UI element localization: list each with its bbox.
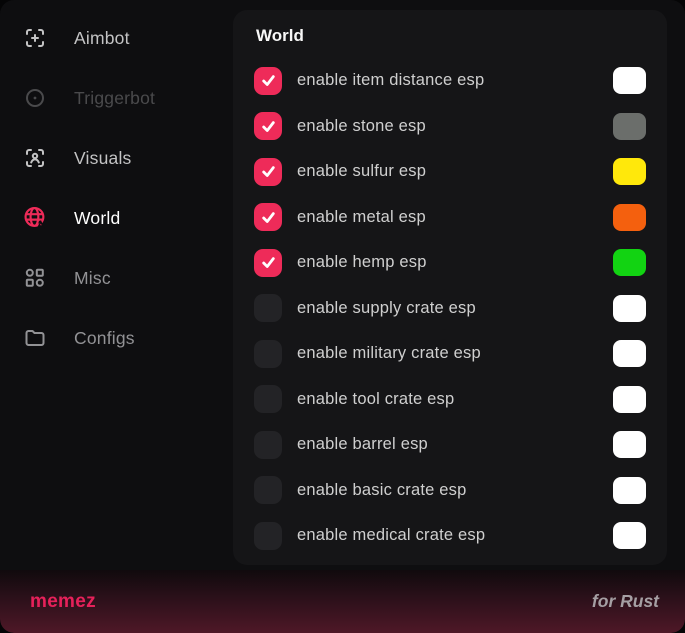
sidebar-item-label: Configs bbox=[74, 328, 135, 349]
world-settings-panel: World enable item distance esp enable st… bbox=[233, 10, 667, 565]
triggerbot-icon bbox=[22, 85, 48, 111]
color-swatch[interactable] bbox=[613, 522, 646, 549]
sidebar-item-misc[interactable]: Misc bbox=[0, 248, 233, 308]
check-icon bbox=[261, 164, 276, 179]
checkbox[interactable] bbox=[254, 522, 282, 550]
color-swatch[interactable] bbox=[613, 67, 646, 94]
setting-label: enable item distance esp bbox=[297, 71, 484, 90]
checkbox[interactable] bbox=[254, 67, 282, 95]
setting-row: enable sulfur esp bbox=[254, 149, 646, 195]
setting-row bbox=[254, 559, 646, 566]
brand-tagline: for Rust bbox=[592, 591, 659, 612]
checkbox[interactable] bbox=[254, 340, 282, 368]
aimbot-icon bbox=[22, 25, 48, 51]
sidebar: Aimbot Triggerbot Visuals bbox=[0, 0, 233, 570]
footer-bar: memez for Rust bbox=[0, 570, 685, 633]
setting-label: enable supply crate esp bbox=[297, 299, 476, 318]
checkbox[interactable] bbox=[254, 431, 282, 459]
sidebar-item-label: Aimbot bbox=[74, 28, 130, 49]
settings-list: enable item distance esp enable stone es… bbox=[254, 58, 646, 565]
sidebar-item-label: Triggerbot bbox=[74, 88, 155, 109]
setting-row: enable military crate esp bbox=[254, 331, 646, 377]
setting-label: enable tool crate esp bbox=[297, 390, 454, 409]
setting-row: enable stone esp bbox=[254, 104, 646, 150]
world-icon bbox=[22, 205, 48, 231]
sidebar-item-visuals[interactable]: Visuals bbox=[0, 128, 233, 188]
sidebar-item-triggerbot[interactable]: Triggerbot bbox=[0, 68, 233, 128]
sidebar-item-world[interactable]: World bbox=[0, 188, 233, 248]
cheat-menu-window: Aimbot Triggerbot Visuals bbox=[0, 0, 685, 633]
sidebar-item-aimbot[interactable]: Aimbot bbox=[0, 8, 233, 68]
checkbox[interactable] bbox=[254, 476, 282, 504]
color-swatch[interactable] bbox=[613, 386, 646, 413]
panel-title: World bbox=[256, 26, 646, 48]
checkbox[interactable] bbox=[254, 385, 282, 413]
color-swatch[interactable] bbox=[613, 113, 646, 140]
setting-label: enable medical crate esp bbox=[297, 526, 485, 545]
setting-row: enable hemp esp bbox=[254, 240, 646, 286]
color-swatch[interactable] bbox=[613, 340, 646, 367]
color-swatch[interactable] bbox=[613, 158, 646, 185]
check-icon bbox=[261, 73, 276, 88]
brand-name: memez bbox=[30, 591, 96, 613]
setting-label: enable military crate esp bbox=[297, 344, 481, 363]
sidebar-item-configs[interactable]: Configs bbox=[0, 308, 233, 368]
checkbox[interactable] bbox=[254, 158, 282, 186]
setting-label: enable metal esp bbox=[297, 208, 426, 227]
setting-label: enable barrel esp bbox=[297, 435, 428, 454]
setting-row: enable supply crate esp bbox=[254, 286, 646, 332]
sidebar-item-label: Visuals bbox=[74, 148, 132, 169]
checkbox[interactable] bbox=[254, 294, 282, 322]
setting-row: enable barrel esp bbox=[254, 422, 646, 468]
color-swatch[interactable] bbox=[613, 477, 646, 504]
setting-label: enable sulfur esp bbox=[297, 162, 426, 181]
misc-icon bbox=[22, 265, 48, 291]
setting-row: enable tool crate esp bbox=[254, 377, 646, 423]
check-icon bbox=[261, 255, 276, 270]
color-swatch[interactable] bbox=[613, 204, 646, 231]
setting-label: enable basic crate esp bbox=[297, 481, 467, 500]
setting-row: enable item distance esp bbox=[254, 58, 646, 104]
color-swatch[interactable] bbox=[613, 249, 646, 276]
checkbox[interactable] bbox=[254, 249, 282, 277]
setting-row: enable metal esp bbox=[254, 195, 646, 241]
setting-label: enable stone esp bbox=[297, 117, 426, 136]
setting-row: enable basic crate esp bbox=[254, 468, 646, 514]
configs-icon bbox=[22, 325, 48, 351]
color-swatch[interactable] bbox=[613, 431, 646, 458]
check-icon bbox=[261, 119, 276, 134]
sidebar-item-label: World bbox=[74, 208, 120, 229]
color-swatch[interactable] bbox=[613, 295, 646, 322]
setting-label: enable hemp esp bbox=[297, 253, 427, 272]
sidebar-item-label: Misc bbox=[74, 268, 111, 289]
setting-row: enable medical crate esp bbox=[254, 513, 646, 559]
checkbox[interactable] bbox=[254, 112, 282, 140]
check-icon bbox=[261, 210, 276, 225]
checkbox[interactable] bbox=[254, 203, 282, 231]
visuals-icon bbox=[22, 145, 48, 171]
